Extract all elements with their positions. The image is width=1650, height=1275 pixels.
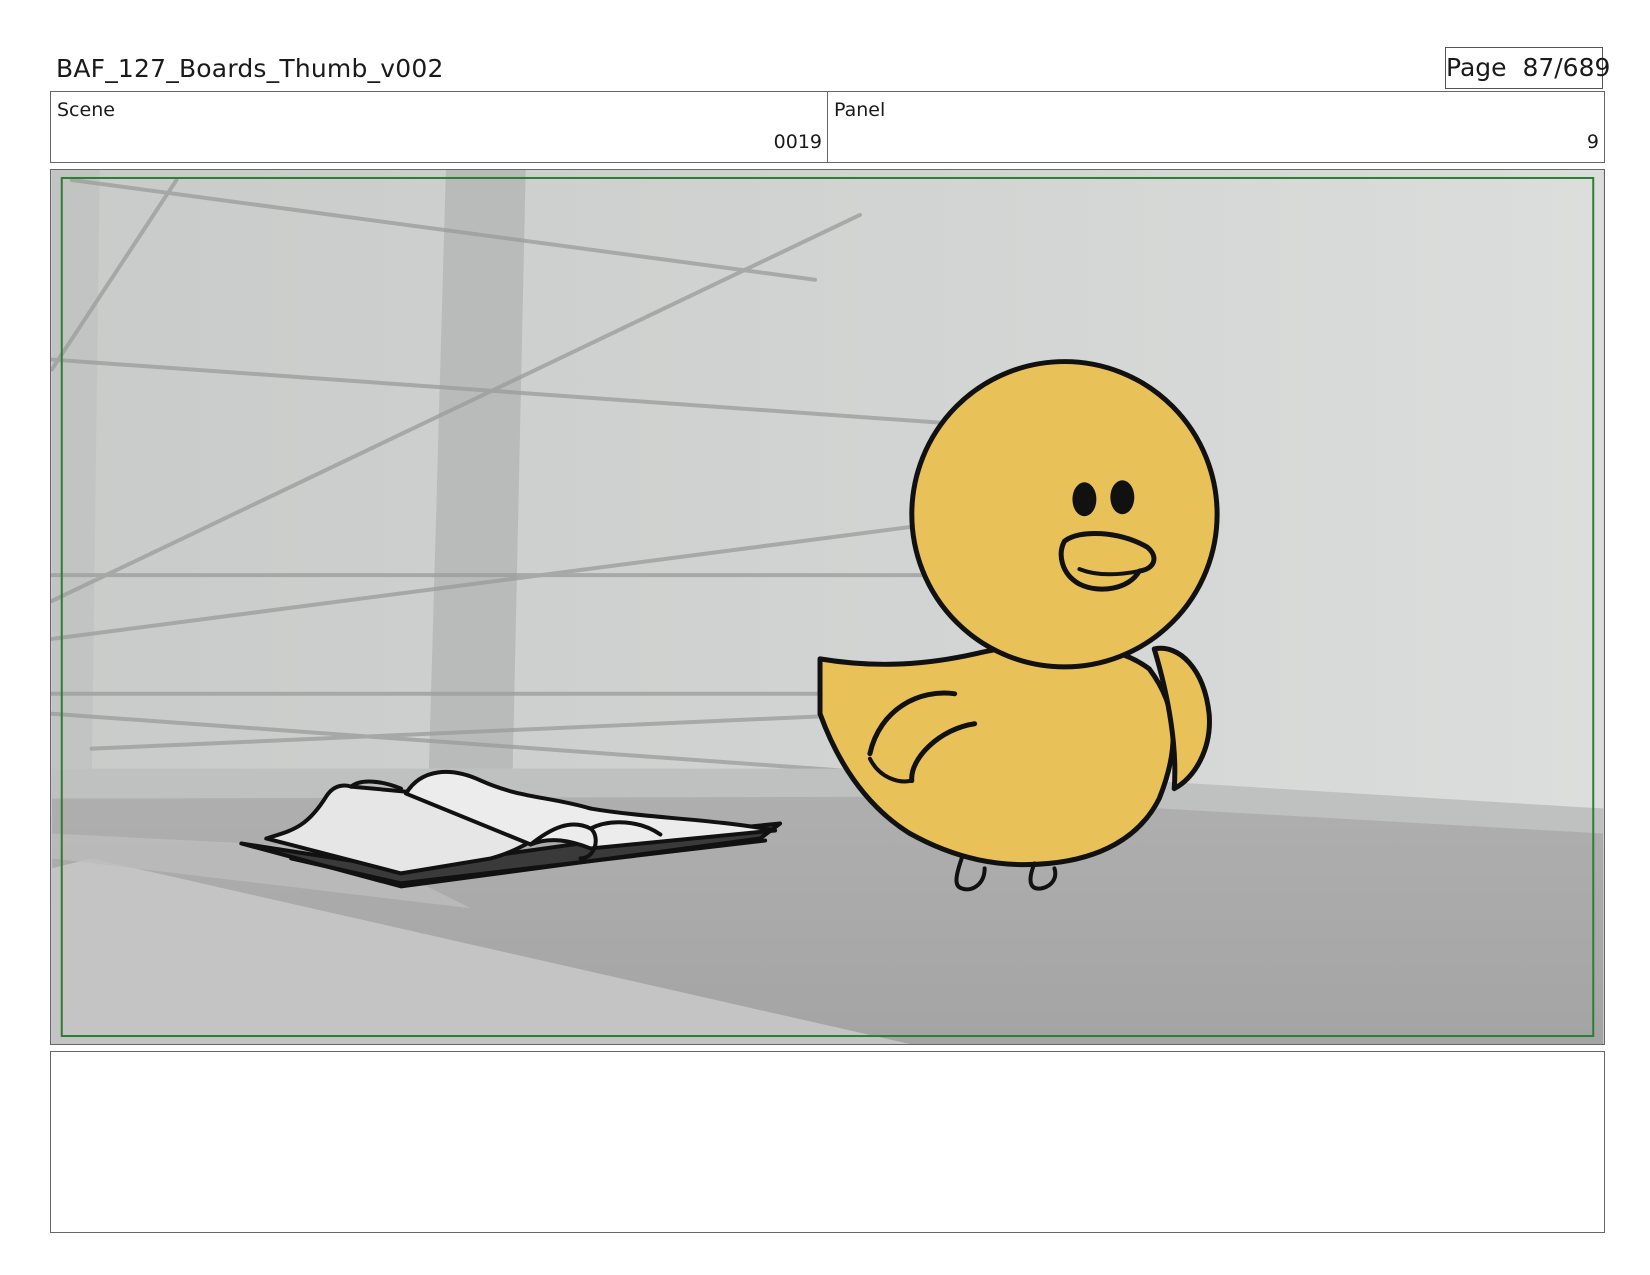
- scene-cell: Scene 0019: [51, 92, 827, 162]
- page-label: Page: [1446, 53, 1507, 82]
- panel-value: 9: [1586, 131, 1599, 153]
- page-number: 87/689: [1522, 53, 1611, 82]
- panel-cell: Panel 9: [827, 92, 1604, 162]
- scene-label: Scene: [57, 99, 115, 121]
- page-indicator: Page 87/689: [1445, 47, 1610, 89]
- storyboard-drawing: [51, 170, 1604, 1044]
- duck-eye-right: [1110, 480, 1135, 515]
- scene-panel-info: Scene 0019 Panel 9: [50, 91, 1605, 163]
- storyboard-frame: [50, 169, 1605, 1045]
- panel-label: Panel: [834, 99, 886, 121]
- document-title: BAF_127_Boards_Thumb_v002: [56, 54, 444, 83]
- duck-head: [909, 359, 1220, 670]
- scene-value: 0019: [773, 131, 822, 153]
- duck-eye-left: [1072, 482, 1097, 517]
- panel-notes: [50, 1051, 1605, 1233]
